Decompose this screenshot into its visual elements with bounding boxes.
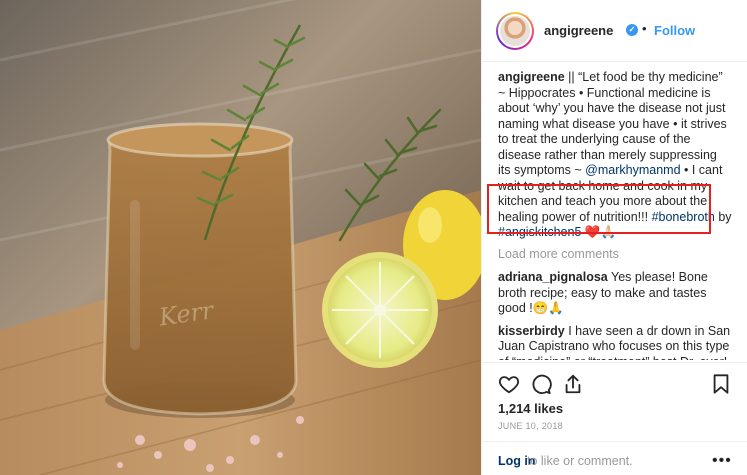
login-bar: Log in to like or comment. •••: [482, 441, 747, 475]
avatar[interactable]: [496, 12, 534, 50]
more-options-icon[interactable]: •••: [712, 452, 732, 470]
comment-item: kisserbirdy I have seen a dr down in San…: [498, 324, 732, 361]
verified-icon: ✓: [626, 24, 638, 36]
separator-dot: •: [642, 21, 647, 36]
bone-broth-photo: Kerr: [0, 0, 481, 475]
comment-icon[interactable]: [530, 373, 552, 395]
caption-emoji: ❤️🙏🏻: [581, 225, 617, 239]
load-more-comments-button[interactable]: Load more comments: [498, 247, 732, 263]
post-photo[interactable]: Kerr: [0, 0, 481, 475]
caption-mention[interactable]: @markhymanmd: [585, 163, 680, 177]
post-date[interactable]: JUNE 10, 2018: [498, 421, 563, 431]
comment-username[interactable]: kisserbirdy: [498, 324, 565, 338]
post-actions: 1,214 likes JUNE 10, 2018 Log in to like…: [482, 362, 747, 475]
follow-button[interactable]: Follow: [654, 23, 695, 38]
header-username[interactable]: angigreene: [544, 23, 613, 38]
post-caption: angigreene || “Let food be thy medicine”…: [498, 70, 732, 241]
bookmark-icon[interactable]: [710, 373, 732, 395]
caption-hashtag-bonebroth[interactable]: #bonebroth: [652, 210, 715, 224]
caption-text-1: || “Let food be thy medicine” ~ Hippocra…: [498, 70, 727, 177]
post-sidebar: angigreene ✓ • Follow angigreene || “Let…: [481, 0, 747, 475]
caption-text-3: by: [714, 209, 732, 224]
post-header: angigreene ✓ • Follow: [482, 0, 747, 62]
heart-icon[interactable]: [498, 373, 520, 395]
comment-item: adriana_pignalosa Yes please! Bone broth…: [498, 270, 732, 317]
likes-count[interactable]: 1,214 likes: [498, 401, 563, 416]
share-icon[interactable]: [562, 373, 584, 395]
comments-list[interactable]: angigreene || “Let food be thy medicine”…: [498, 70, 732, 360]
login-prompt-text: to like or comment.: [527, 454, 633, 468]
caption-username[interactable]: angigreene: [498, 70, 565, 84]
comment-username[interactable]: adriana_pignalosa: [498, 270, 608, 284]
caption-hashtag-angiskitchen5[interactable]: #angiskitchen5: [498, 225, 581, 239]
